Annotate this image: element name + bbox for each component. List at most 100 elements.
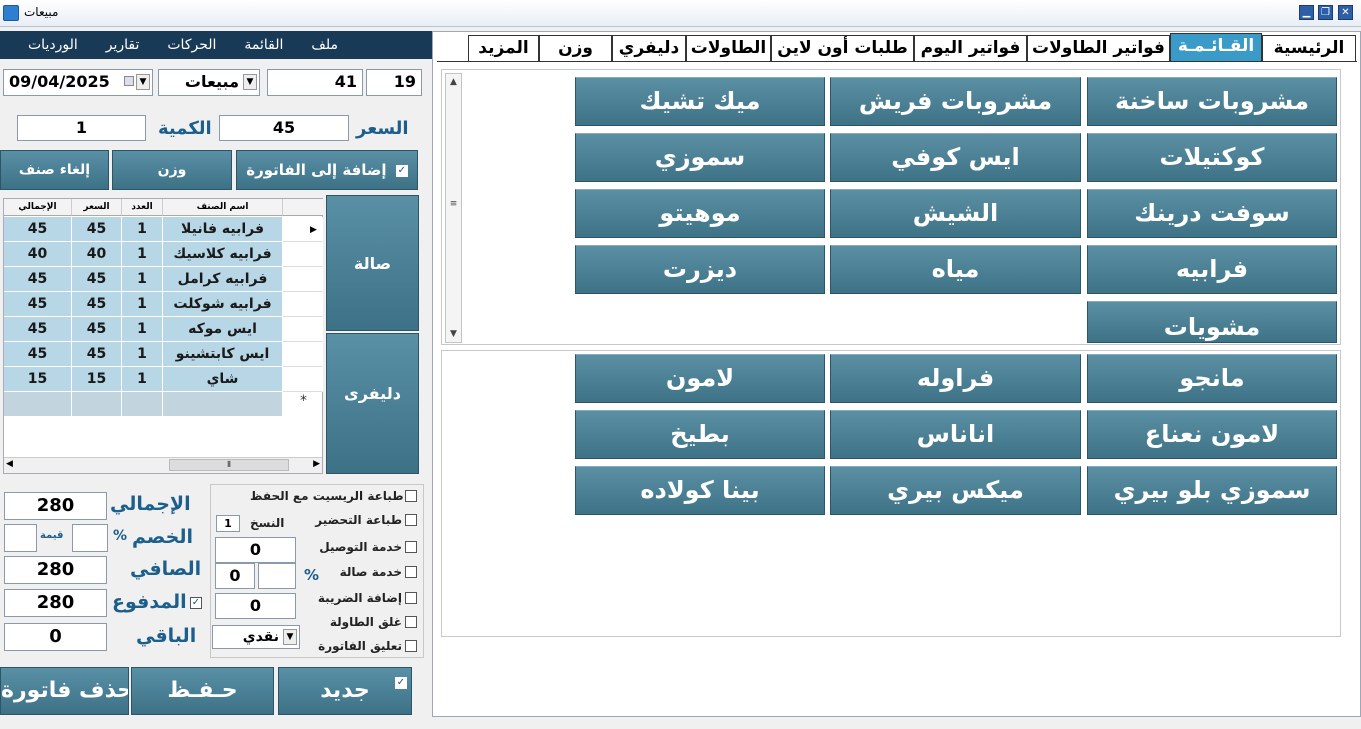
- delivery-value-input[interactable]: 0: [215, 537, 296, 563]
- item-watermelon[interactable]: بطيخ: [575, 410, 825, 459]
- category-iced-coffee[interactable]: ايس كوفي: [830, 133, 1081, 182]
- menu-list[interactable]: القائمة: [244, 37, 283, 53]
- scroll-left-icon[interactable]: ◀: [6, 459, 13, 469]
- grid-cell-price[interactable]: 45: [72, 217, 122, 242]
- row-header[interactable]: [283, 267, 323, 292]
- tab-weight[interactable]: وزن: [539, 35, 612, 62]
- grid-cell-price[interactable]: 45: [72, 317, 122, 342]
- tax-value-input[interactable]: 0: [215, 593, 296, 619]
- grid-cell-name[interactable]: فرابيه شوكلت: [163, 292, 283, 317]
- category-hot-drinks[interactable]: مشروبات ساخنة: [1087, 77, 1337, 126]
- grid-cell-total[interactable]: 40: [4, 242, 72, 267]
- hall-percent-input[interactable]: [258, 563, 296, 589]
- delivery-button[interactable]: دليفرى: [326, 333, 419, 474]
- item-lemon[interactable]: لامون: [575, 354, 825, 403]
- category-scrollbar[interactable]: ▲ ≡ ▼: [445, 73, 462, 343]
- restore-icon[interactable]: ❐: [1318, 5, 1333, 20]
- close-icon[interactable]: ✕: [1338, 5, 1353, 20]
- paid-input[interactable]: 280: [4, 589, 107, 617]
- grid-new-row-cell[interactable]: [72, 392, 122, 417]
- scroll-grip-icon[interactable]: ≡: [446, 196, 461, 212]
- category-grills[interactable]: مشويات: [1087, 301, 1337, 343]
- add-checkbox[interactable]: [395, 164, 408, 177]
- grid-new-row-cell[interactable]: [122, 392, 163, 417]
- chevron-down-icon[interactable]: ▼: [243, 74, 257, 90]
- tab-home[interactable]: الرئيسية: [1262, 35, 1356, 62]
- grid-cell-price[interactable]: 45: [72, 267, 122, 292]
- grid-cell-name[interactable]: ايس كابتشينو: [163, 342, 283, 367]
- tab-table-invoices[interactable]: فواتير الطاولات: [1027, 35, 1170, 62]
- row-header[interactable]: [283, 292, 323, 317]
- tab-today-invoices[interactable]: فواتير اليوم: [914, 35, 1027, 62]
- grid-cell-price[interactable]: 45: [72, 292, 122, 317]
- grid-new-row-cell[interactable]: [4, 392, 72, 417]
- invoice-grid[interactable]: اسم الصنف العدد السعر الإجمالي فرابيه فا…: [3, 198, 323, 474]
- grid-cell-total[interactable]: 45: [4, 267, 72, 292]
- grid-cell-name[interactable]: فرابيه كرامل: [163, 267, 283, 292]
- field-b[interactable]: 19: [366, 69, 422, 96]
- hold-invoice-checkbox[interactable]: [405, 640, 417, 652]
- category-water[interactable]: مياه: [830, 245, 1081, 294]
- category-frappe[interactable]: فرابيه: [1087, 245, 1337, 294]
- menu-transactions[interactable]: الحركات: [167, 37, 216, 53]
- delete-invoice-button[interactable]: حذف فاتورة: [0, 667, 129, 715]
- grid-cell-total[interactable]: 15: [4, 367, 72, 392]
- delivery-service-checkbox[interactable]: [405, 541, 417, 553]
- hall-button[interactable]: صالة: [326, 195, 419, 331]
- grid-cell-total[interactable]: 45: [4, 292, 72, 317]
- tab-tables[interactable]: الطاولات: [686, 35, 771, 62]
- row-header[interactable]: [283, 367, 323, 392]
- category-cocktails[interactable]: كوكتيلات: [1087, 133, 1337, 182]
- grid-cell-count[interactable]: 1: [122, 367, 163, 392]
- new-invoice-button[interactable]: جديد: [278, 667, 412, 715]
- col-total-header[interactable]: الإجمالي: [4, 199, 72, 216]
- category-mojito[interactable]: موهيتو: [575, 189, 825, 238]
- grid-cell-total[interactable]: 45: [4, 342, 72, 367]
- row-header[interactable]: [283, 217, 323, 242]
- item-blueberry-smoothie[interactable]: سموزي بلو بيري: [1087, 466, 1337, 515]
- grid-cell-total[interactable]: 45: [4, 217, 72, 242]
- category-shisha[interactable]: الشيش: [830, 189, 1081, 238]
- grid-cell-count[interactable]: 1: [122, 342, 163, 367]
- item-lemon-mint[interactable]: لامون نعناع: [1087, 410, 1337, 459]
- grid-cell-count[interactable]: 1: [122, 317, 163, 342]
- grid-cell-name[interactable]: ايس موكه: [163, 317, 283, 342]
- type-select[interactable]: مبيعات ▼: [158, 69, 260, 96]
- weight-button[interactable]: وزن: [112, 150, 232, 190]
- discount-percent-input[interactable]: [72, 524, 108, 552]
- quantity-input[interactable]: 1: [17, 115, 146, 141]
- grid-new-row-cell[interactable]: [163, 392, 283, 417]
- add-tax-checkbox[interactable]: [405, 592, 417, 604]
- item-pina-colada[interactable]: بينا كولاده: [575, 466, 825, 515]
- item-mango[interactable]: مانجو: [1087, 354, 1337, 403]
- hall-service-checkbox[interactable]: [405, 566, 417, 578]
- print-receipt-checkbox[interactable]: [405, 490, 417, 502]
- row-header[interactable]: [283, 317, 323, 342]
- grid-cell-name[interactable]: فرابيه فانيلا: [163, 217, 283, 242]
- grid-cell-name[interactable]: فرابيه كلاسيك: [163, 242, 283, 267]
- grid-cell-count[interactable]: 1: [122, 292, 163, 317]
- date-picker[interactable]: 09/04/2025 ▼: [3, 69, 153, 96]
- col-name-header[interactable]: اسم الصنف: [163, 199, 283, 216]
- row-header[interactable]: [283, 342, 323, 367]
- price-input[interactable]: 45: [219, 115, 349, 141]
- item-mixed-berry[interactable]: ميكس بيري: [830, 466, 1081, 515]
- category-fresh-drinks[interactable]: مشروبات فريش: [830, 77, 1081, 126]
- category-smoothie[interactable]: سموزي: [575, 133, 825, 182]
- payment-select[interactable]: نقدي ▼: [212, 625, 300, 649]
- scroll-thumb-icon[interactable]: ⦀: [169, 459, 289, 471]
- category-milkshake[interactable]: ميك تشيك: [575, 77, 825, 126]
- grid-cell-name[interactable]: شاي: [163, 367, 283, 392]
- menu-reports[interactable]: تقارير: [106, 37, 140, 53]
- row-header[interactable]: [283, 242, 323, 267]
- paid-checkbox[interactable]: [190, 597, 202, 609]
- menu-file[interactable]: ملف: [311, 37, 338, 53]
- copies-input[interactable]: 1: [216, 515, 240, 532]
- menu-shifts[interactable]: الورديات: [28, 37, 78, 53]
- tab-online-orders[interactable]: طلبات أون لاين: [771, 35, 914, 62]
- col-count-header[interactable]: العدد: [122, 199, 163, 216]
- grid-cell-total[interactable]: 45: [4, 317, 72, 342]
- field-a[interactable]: 41: [267, 69, 363, 96]
- grid-cell-price[interactable]: 15: [72, 367, 122, 392]
- grid-cell-count[interactable]: 1: [122, 217, 163, 242]
